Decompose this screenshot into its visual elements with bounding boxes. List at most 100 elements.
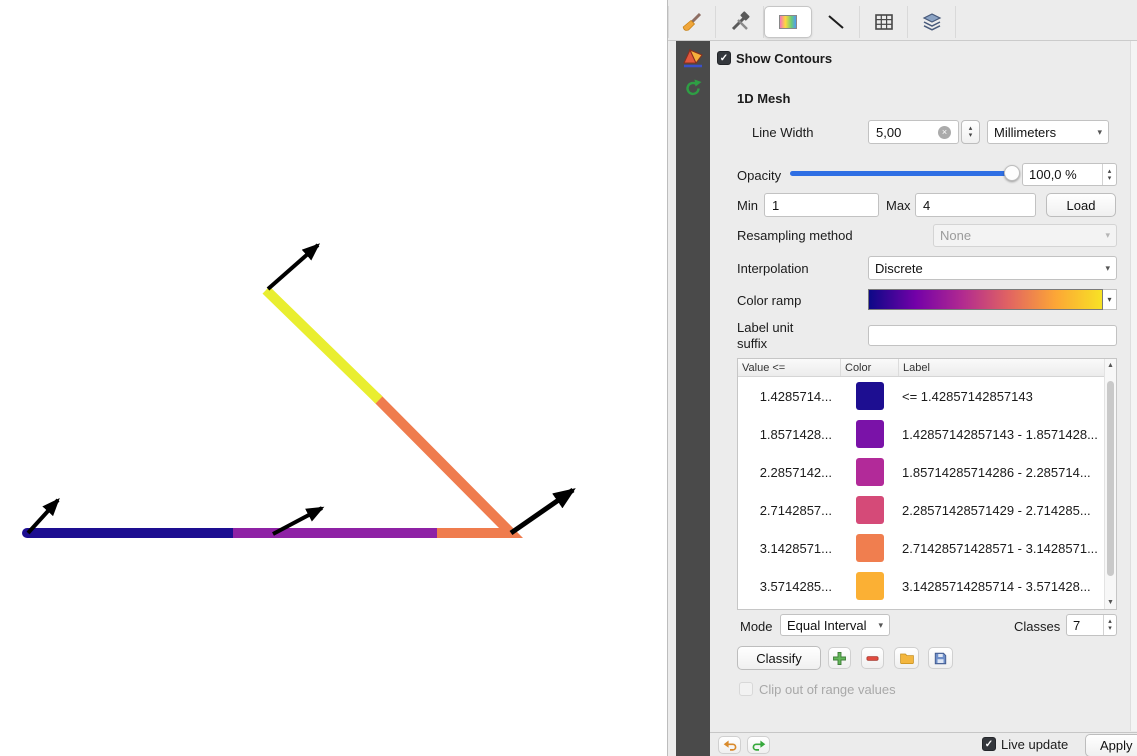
add-class-button[interactable] [828, 647, 851, 669]
min-input[interactable]: 1 [764, 193, 879, 217]
class-color-swatch[interactable] [856, 458, 884, 486]
clip-out-of-range-checkbox [739, 682, 753, 696]
opacity-label: Opacity [737, 168, 781, 183]
class-label: 2.28571428571429 - 2.714285... [899, 503, 1105, 518]
stepper-down-icon[interactable]: ▾ [969, 132, 973, 139]
classes-table[interactable]: Value <= Color Label 1.4285714... <= 1.4… [737, 358, 1117, 610]
layer-styling-panel: ✓ Show Contours 1D Mesh Line Width 5,00 … [668, 0, 1137, 756]
class-color-swatch[interactable] [856, 382, 884, 410]
table-row[interactable]: 1.8571428... 1.42857142857143 - 1.857142… [738, 415, 1105, 453]
color-ramp-preview[interactable] [868, 289, 1103, 310]
interpolation-label: Interpolation [737, 261, 809, 276]
min-label: Min [737, 198, 758, 213]
chevron-down-icon: ▾ [1105, 230, 1110, 241]
stepper-up-icon[interactable]: ▴ [1108, 168, 1112, 175]
clear-icon[interactable]: × [938, 126, 951, 139]
min-value: 1 [772, 198, 779, 213]
line-width-unit-select[interactable]: Millimeters ▾ [987, 120, 1109, 144]
max-value: 4 [923, 198, 930, 213]
class-label: 1.85714285714286 - 2.285714... [899, 465, 1105, 480]
classes-value: 7 [1067, 618, 1103, 633]
apply-button[interactable]: Apply [1085, 734, 1137, 756]
styling-tabbar [668, 6, 956, 38]
show-contours-checkbox[interactable]: ✓ [717, 51, 731, 65]
tab-contours[interactable] [764, 6, 812, 38]
chevron-down-icon: ▾ [1097, 127, 1102, 138]
opacity-value: 100,0 % [1023, 167, 1102, 182]
table-row[interactable]: 1.4285714... <= 1.42857142857143 [738, 377, 1105, 415]
layers-icon [921, 11, 943, 33]
chevron-down-icon: ▾ [878, 620, 883, 631]
classes-spinbox[interactable]: 7 ▴ ▾ [1066, 614, 1117, 636]
opacity-slider[interactable] [790, 171, 1012, 176]
classes-label: Classes [1014, 619, 1060, 634]
class-value: 2.7142857... [738, 503, 841, 518]
color-ramp-widget[interactable]: ▾ [868, 289, 1117, 310]
tab-mesh-frame[interactable] [860, 6, 908, 38]
load-ramp-button[interactable] [894, 647, 919, 669]
class-color-swatch[interactable] [856, 572, 884, 600]
class-value: 2.2857142... [738, 465, 841, 480]
table-row[interactable]: 2.2857142... 1.85714285714286 - 2.285714… [738, 453, 1105, 491]
max-input[interactable]: 4 [915, 193, 1036, 217]
scroll-up-icon[interactable]: ▲ [1105, 362, 1116, 369]
live-update-checkbox[interactable]: ✓ [982, 737, 996, 751]
stepper-up-icon[interactable]: ▴ [969, 125, 973, 132]
color-ramp-dropdown[interactable]: ▾ [1103, 289, 1117, 310]
class-color-swatch[interactable] [856, 420, 884, 448]
opacity-stepper[interactable]: ▴ ▾ [1102, 164, 1116, 185]
class-color-swatch[interactable] [856, 496, 884, 524]
stepper-down-icon[interactable]: ▾ [1108, 625, 1112, 632]
class-value: 3.1428571... [738, 541, 841, 556]
panel-scrollbar[interactable] [1130, 41, 1137, 731]
mode-select[interactable]: Equal Interval ▾ [780, 614, 890, 636]
table-row[interactable]: 3.1428571... 2.71428571428571 - 3.142857… [738, 529, 1105, 567]
class-color-swatch[interactable] [856, 534, 884, 562]
line-width-input[interactable]: 5,00 × [868, 120, 959, 144]
class-value: 1.8571428... [738, 427, 841, 442]
redo-button[interactable] [747, 736, 770, 754]
table-scrollbar[interactable]: ▲ ▼ [1104, 359, 1116, 609]
tab-symbology[interactable] [668, 6, 716, 38]
scroll-down-icon[interactable]: ▼ [1105, 599, 1116, 606]
style-history-icon [683, 78, 703, 98]
line-width-stepper[interactable]: ▴ ▾ [961, 120, 980, 144]
table-row[interactable]: 3.5714285... 3.14285714285714 - 3.571428… [738, 567, 1105, 605]
mesh-symbology-button[interactable] [679, 45, 707, 71]
tab-vectors[interactable] [812, 6, 860, 38]
mode-label: Mode [740, 619, 773, 634]
scrollbar-thumb[interactable] [1107, 381, 1114, 576]
max-label: Max [886, 198, 911, 213]
style-history-button[interactable] [679, 75, 707, 101]
interpolation-select[interactable]: Discrete ▾ [868, 256, 1117, 280]
col-header-color[interactable]: Color [841, 359, 899, 376]
apply-button-label: Apply [1100, 738, 1133, 753]
tab-general-settings[interactable] [716, 6, 764, 38]
opacity-slider-handle[interactable] [1004, 165, 1020, 181]
resampling-select: None ▾ [933, 224, 1117, 247]
col-header-label[interactable]: Label [899, 359, 1105, 376]
mesh-symbology-icon [682, 47, 704, 69]
map-background [0, 0, 667, 756]
tab-stacked-mesh[interactable] [908, 6, 956, 38]
mode-value: Equal Interval [787, 618, 867, 633]
undo-button[interactable] [718, 736, 741, 754]
load-button[interactable]: Load [1046, 193, 1116, 217]
class-label: 2.71428571428571 - 3.1428571... [899, 541, 1105, 556]
class-label: 3.14285714285714 - 3.571428... [899, 579, 1105, 594]
paintbrush-icon [681, 11, 703, 33]
remove-class-button[interactable] [861, 647, 884, 669]
map-canvas[interactable] [0, 0, 667, 756]
save-ramp-button[interactable] [928, 647, 953, 669]
stepper-down-icon[interactable]: ▾ [1108, 175, 1112, 182]
classes-stepper[interactable]: ▴ ▾ [1103, 615, 1116, 635]
table-row[interactable]: 2.7142857... 2.28571428571429 - 2.714285… [738, 491, 1105, 529]
col-header-value[interactable]: Value <= [738, 359, 841, 376]
classify-button[interactable]: Classify [737, 646, 821, 670]
clip-out-of-range-label: Clip out of range values [759, 682, 896, 697]
color-gradient-icon [777, 11, 799, 33]
label-unit-suffix-input[interactable] [868, 325, 1117, 346]
opacity-spinbox[interactable]: 100,0 % ▴ ▾ [1022, 163, 1117, 186]
stepper-up-icon[interactable]: ▴ [1108, 618, 1112, 625]
opacity-slider-fill [790, 171, 1012, 176]
